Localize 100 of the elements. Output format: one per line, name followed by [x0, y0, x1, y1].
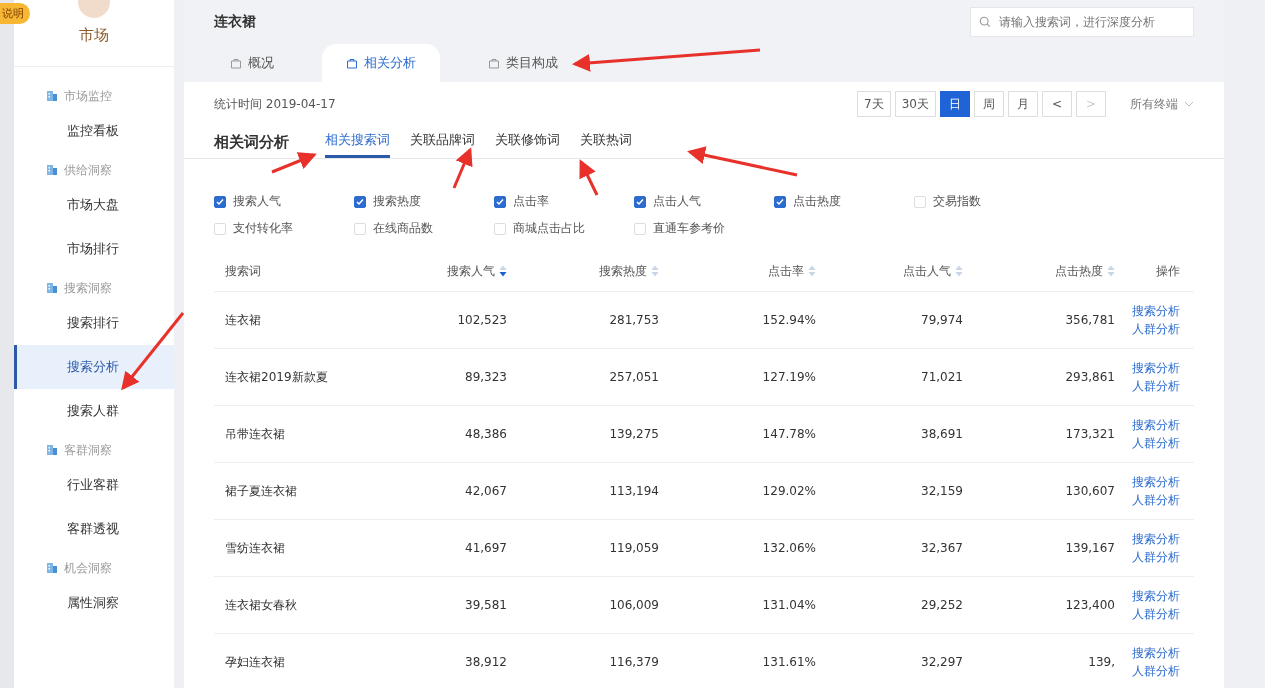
- table-cell: 裙子夏连衣裙: [225, 483, 297, 498]
- column-header[interactable]: 操作: [1156, 262, 1180, 280]
- metric-checkbox[interactable]: [214, 195, 226, 208]
- column-header[interactable]: 点击人气: [903, 262, 963, 280]
- terminal-dropdown[interactable]: 所有终端: [1130, 95, 1194, 113]
- table-cell: 连衣裙女春秋: [225, 597, 297, 612]
- metric-label: 支付转化率: [233, 220, 293, 237]
- section-tab[interactable]: 关联热词: [580, 126, 632, 158]
- column-header[interactable]: 搜索词: [225, 262, 261, 280]
- period-button[interactable]: 周: [974, 91, 1004, 117]
- chevron-down-icon: [1184, 101, 1194, 107]
- sidebar-item[interactable]: 搜索人群: [14, 389, 174, 433]
- stat-time: 统计时间 2019-04-17: [214, 95, 336, 113]
- sort-icon[interactable]: [499, 265, 507, 277]
- table-cell: 32,159: [921, 484, 963, 498]
- table-cell: 41,697: [465, 541, 507, 555]
- period-button[interactable]: 月: [1008, 91, 1038, 117]
- action-link[interactable]: 搜索分析: [1132, 302, 1180, 320]
- table-cell: 147.78%: [762, 427, 816, 441]
- table-cell: 130,607: [1065, 484, 1115, 498]
- metric-label: 商城点击占比: [513, 220, 585, 237]
- table-cell: 129.02%: [762, 484, 816, 498]
- bag-icon: [488, 57, 500, 69]
- sidebar-item[interactable]: 监控看板: [14, 109, 174, 153]
- action-link[interactable]: 人群分析: [1132, 662, 1180, 680]
- period-button[interactable]: 30天: [894, 91, 936, 117]
- building-icon: [46, 282, 58, 294]
- period-button[interactable]: 7天: [857, 91, 891, 117]
- metric-label: 直通车参考价: [653, 220, 725, 237]
- table-cell: 139,167: [1065, 541, 1115, 555]
- table-cell: 32,367: [921, 541, 963, 555]
- page-tab[interactable]: 概况: [214, 44, 290, 82]
- sidebar-group-label: 供给洞察: [64, 161, 112, 179]
- metric-label: 搜索热度: [373, 193, 421, 210]
- action-link[interactable]: 人群分析: [1132, 434, 1180, 452]
- building-icon: [46, 444, 58, 456]
- table-cell: 139,: [1088, 655, 1115, 669]
- table-cell: 79,974: [921, 313, 963, 327]
- page-tab[interactable]: 相关分析: [322, 44, 440, 82]
- column-header[interactable]: 搜索热度: [599, 262, 659, 280]
- action-link[interactable]: 搜索分析: [1132, 473, 1180, 491]
- search-field[interactable]: 请输入搜索词，进行深度分析: [970, 7, 1194, 37]
- action-link[interactable]: 搜索分析: [1132, 359, 1180, 377]
- search-icon: [979, 16, 991, 28]
- metric-label: 交易指数: [933, 193, 981, 210]
- table-cell: 48,386: [465, 427, 507, 441]
- sidebar-item[interactable]: 市场排行: [14, 227, 174, 271]
- metric-checkbox[interactable]: [354, 195, 366, 208]
- sidebar-group-label: 搜索洞察: [64, 279, 112, 297]
- annotation-arrow: [271, 152, 317, 174]
- sidebar-item[interactable]: 客群透视: [14, 507, 174, 551]
- metric-checkbox[interactable]: [634, 195, 646, 208]
- action-link[interactable]: 搜索分析: [1132, 587, 1180, 605]
- table-cell: 雪纺连衣裙: [225, 540, 285, 555]
- table-cell: 106,009: [609, 598, 659, 612]
- metric-label: 点击率: [513, 193, 549, 210]
- table-cell: 89,323: [465, 370, 507, 384]
- table-cell: 356,781: [1065, 313, 1115, 327]
- action-link[interactable]: 人群分析: [1132, 548, 1180, 566]
- table-cell: 123,400: [1065, 598, 1115, 612]
- sidebar-item[interactable]: 搜索分析: [14, 345, 174, 389]
- sidebar-item[interactable]: 市场大盘: [14, 183, 174, 227]
- help-badge[interactable]: 说明: [0, 3, 30, 24]
- action-link[interactable]: 搜索分析: [1132, 644, 1180, 662]
- sidebar-item[interactable]: 属性洞察: [14, 581, 174, 625]
- metric-checkbox[interactable]: [494, 195, 506, 208]
- page-tab[interactable]: 类目构成: [472, 44, 574, 82]
- building-icon: [46, 562, 58, 574]
- table-cell: 152.94%: [762, 313, 816, 327]
- table-cell: 孕妇连衣裙: [225, 654, 285, 669]
- action-link[interactable]: 人群分析: [1132, 377, 1180, 395]
- section-title: 相关词分析: [214, 132, 289, 152]
- metric-checkbox[interactable]: [774, 195, 786, 208]
- section-tab[interactable]: 关联修饰词: [495, 126, 560, 158]
- table-cell: 116,379: [609, 655, 659, 669]
- table-cell: 257,051: [609, 370, 659, 384]
- sidebar-item[interactable]: 行业客群: [14, 463, 174, 507]
- table-cell: 173,321: [1065, 427, 1115, 441]
- sidebar-group-label: 市场监控: [64, 87, 112, 105]
- action-link[interactable]: 人群分析: [1132, 491, 1180, 509]
- period-button[interactable]: 日: [940, 91, 970, 117]
- table-cell: 吊带连衣裙: [225, 426, 285, 441]
- action-link[interactable]: 人群分析: [1132, 605, 1180, 623]
- sidebar-item[interactable]: 搜索排行: [14, 301, 174, 345]
- column-header[interactable]: 点击率: [768, 262, 816, 280]
- table-cell: 38,691: [921, 427, 963, 441]
- sidebar-group-label: 客群洞察: [64, 441, 112, 459]
- annotation-arrow: [579, 159, 599, 196]
- action-link[interactable]: 搜索分析: [1132, 530, 1180, 548]
- table-cell: 127.19%: [762, 370, 816, 384]
- previous-button[interactable]: <: [1042, 91, 1072, 117]
- action-link[interactable]: 人群分析: [1132, 320, 1180, 338]
- table-cell: 119,059: [609, 541, 659, 555]
- action-link[interactable]: 搜索分析: [1132, 416, 1180, 434]
- column-header[interactable]: 点击热度: [1055, 262, 1115, 280]
- section-tab[interactable]: 关联品牌词: [410, 126, 475, 158]
- column-header[interactable]: 搜索人气: [447, 262, 507, 280]
- building-icon: [46, 90, 58, 102]
- section-tab[interactable]: 相关搜索词: [325, 126, 390, 158]
- table-cell: 132.06%: [762, 541, 816, 555]
